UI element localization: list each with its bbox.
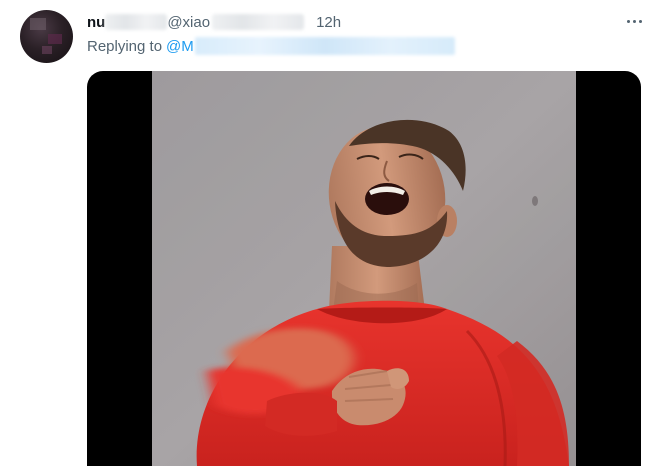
- reply-handle-redaction: [194, 37, 455, 55]
- dot: [638, 19, 642, 23]
- tweet-timestamp[interactable]: 12h: [316, 14, 341, 31]
- author-handle-redaction: [212, 14, 305, 30]
- avatar-detail: [30, 18, 46, 30]
- more-dots-icon[interactable]: [624, 14, 644, 28]
- dot: [626, 19, 630, 23]
- replying-to-label: Replying to: [87, 37, 163, 55]
- media-image: [152, 71, 576, 466]
- author-name[interactable]: nu: [87, 14, 105, 31]
- author-handle[interactable]: @xiao: [167, 14, 210, 31]
- avatar-detail: [48, 34, 62, 44]
- avatar[interactable]: [20, 10, 73, 63]
- reply-handle-link[interactable]: @M: [166, 38, 194, 55]
- tweet-media[interactable]: [87, 71, 641, 466]
- avatar-detail: [42, 46, 52, 54]
- tweet-header: nu @xiao 12h: [87, 12, 341, 32]
- dot: [632, 19, 636, 23]
- author-name-redaction: [105, 14, 168, 30]
- tweet[interactable]: nu @xiao 12h Replying to @M: [0, 0, 650, 466]
- replying-to: Replying to @M: [87, 36, 455, 56]
